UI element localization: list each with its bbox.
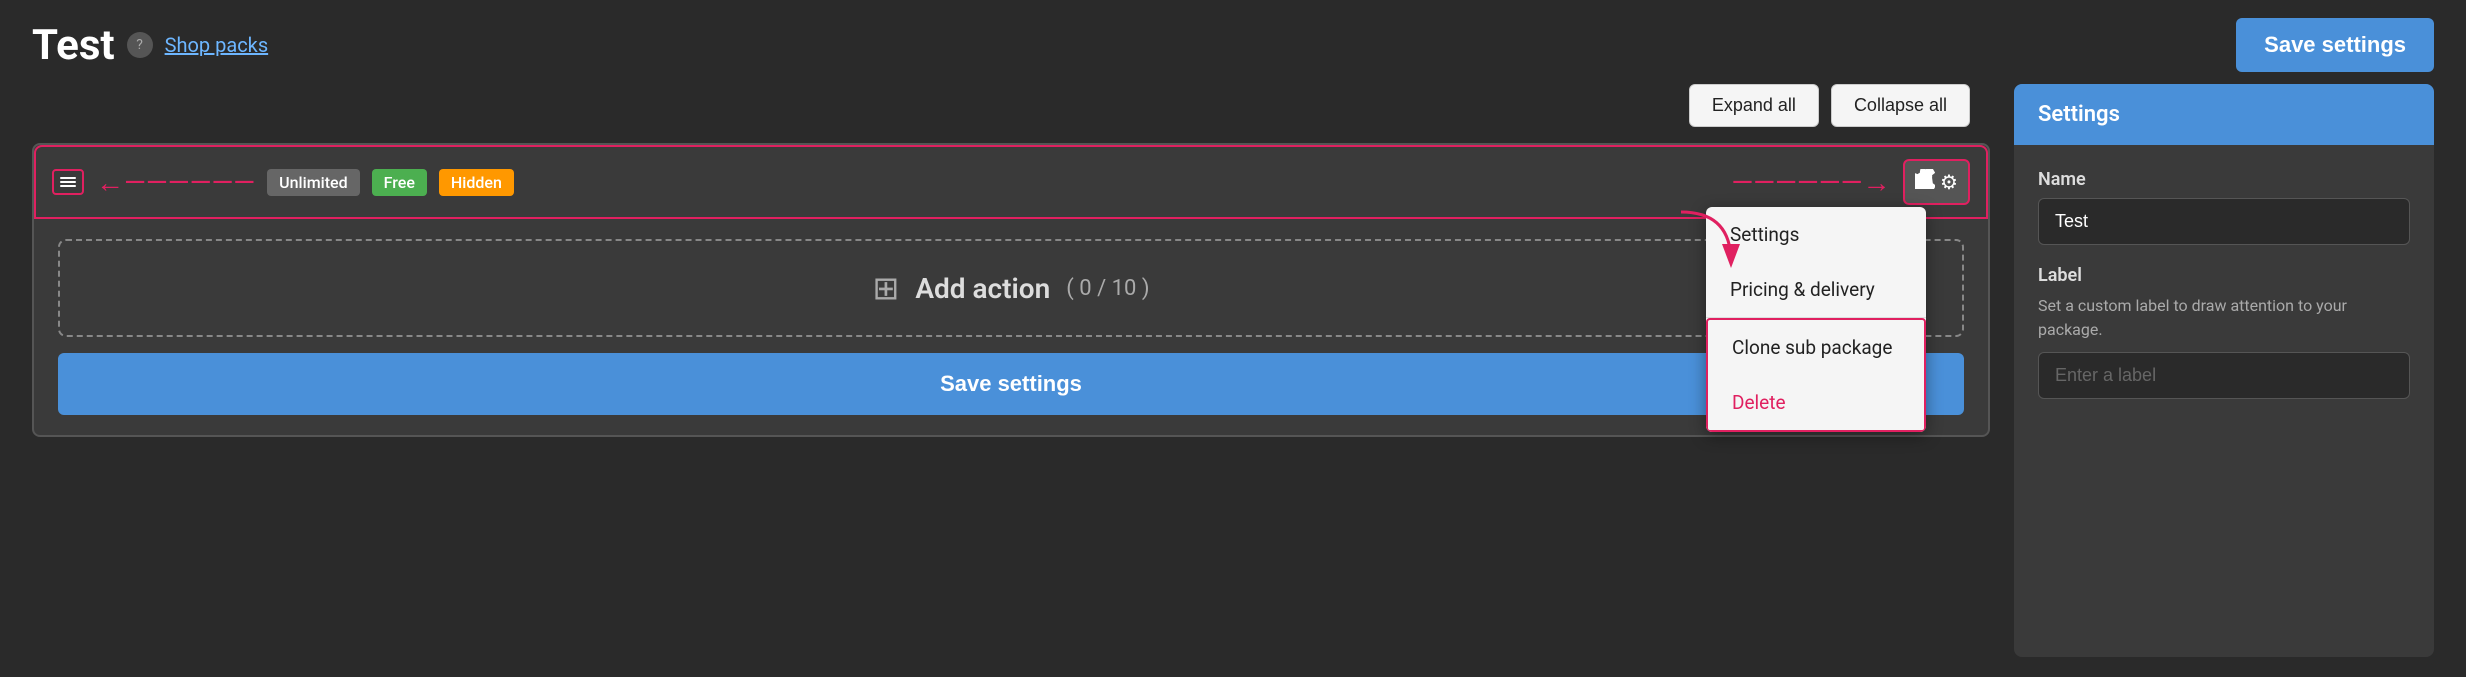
sidebar-name-field: Name xyxy=(2038,169,2410,245)
page-header: Test ? Shop packs Save settings xyxy=(0,0,2466,84)
help-icon[interactable]: ? xyxy=(127,32,153,58)
context-menu-highlighted-section: Clone sub package Delete xyxy=(1706,318,1926,432)
center-area: Expand all Collapse all ←—————— Unlimite… xyxy=(32,84,1990,657)
free-badge: Free xyxy=(372,169,427,196)
header-left: Test ? Shop packs xyxy=(32,21,268,70)
gear-icon xyxy=(1915,169,1935,189)
package-header-row: ←—————— Unlimited Free Hidden ——————→ ⚙ … xyxy=(34,145,1988,219)
context-menu-delete[interactable]: Delete xyxy=(1708,375,1924,430)
right-arrow-annotation: ——————→ xyxy=(526,166,1891,199)
unlimited-badge: Unlimited xyxy=(267,169,359,196)
main-content: Expand all Collapse all ←—————— Unlimite… xyxy=(0,84,2466,677)
sidebar-name-label: Name xyxy=(2038,169,2410,190)
collapse-all-button[interactable]: Collapse all xyxy=(1831,84,1970,127)
sidebar-label-field: Label Set a custom label to draw attenti… xyxy=(2038,265,2410,399)
hidden-badge: Hidden xyxy=(439,169,514,196)
left-arrow-annotation: ←—————— xyxy=(96,166,255,199)
add-action-icon: ⊞ xyxy=(873,269,900,307)
save-settings-package-button[interactable]: Save settings xyxy=(58,353,1964,415)
sort-handle-line-3 xyxy=(60,185,76,187)
sidebar-header: Settings xyxy=(2014,84,2434,145)
sidebar-label-description: Set a custom label to draw attention to … xyxy=(2038,294,2410,342)
add-action-count: ( 0 / 10 ) xyxy=(1066,276,1149,301)
page-title: Test xyxy=(32,21,115,70)
gear-button[interactable]: ⚙ xyxy=(1903,159,1971,205)
sort-handle[interactable] xyxy=(52,169,84,195)
add-action-area[interactable]: ⊞ Add action ( 0 / 10 ) xyxy=(58,239,1964,337)
context-menu-pricing-delivery[interactable]: Pricing & delivery xyxy=(1706,262,1926,317)
sidebar-name-input[interactable] xyxy=(2038,198,2410,245)
sidebar-label-input[interactable] xyxy=(2038,352,2410,399)
expand-all-button[interactable]: Expand all xyxy=(1689,84,1819,127)
sort-handle-line-1 xyxy=(60,177,76,179)
right-sidebar: Settings Name Label Set a custom label t… xyxy=(2014,84,2434,657)
context-menu-clone[interactable]: Clone sub package xyxy=(1708,320,1924,375)
expand-collapse-row: Expand all Collapse all xyxy=(32,84,1990,127)
package-body: ⊞ Add action ( 0 / 10 ) Save settings xyxy=(34,219,1988,435)
shop-packs-link[interactable]: Shop packs xyxy=(165,33,269,57)
save-settings-header-button[interactable]: Save settings xyxy=(2236,18,2434,72)
add-action-text: Add action xyxy=(915,272,1050,305)
context-menu: Settings Pricing & delivery Clone sub pa… xyxy=(1706,207,1926,432)
sidebar-label-label: Label xyxy=(2038,265,2410,286)
sort-handle-line-2 xyxy=(60,181,76,183)
context-menu-settings[interactable]: Settings xyxy=(1706,207,1926,262)
package-card: ←—————— Unlimited Free Hidden ——————→ ⚙ … xyxy=(32,143,1990,437)
sidebar-body: Name Label Set a custom label to draw at… xyxy=(2014,145,2434,423)
